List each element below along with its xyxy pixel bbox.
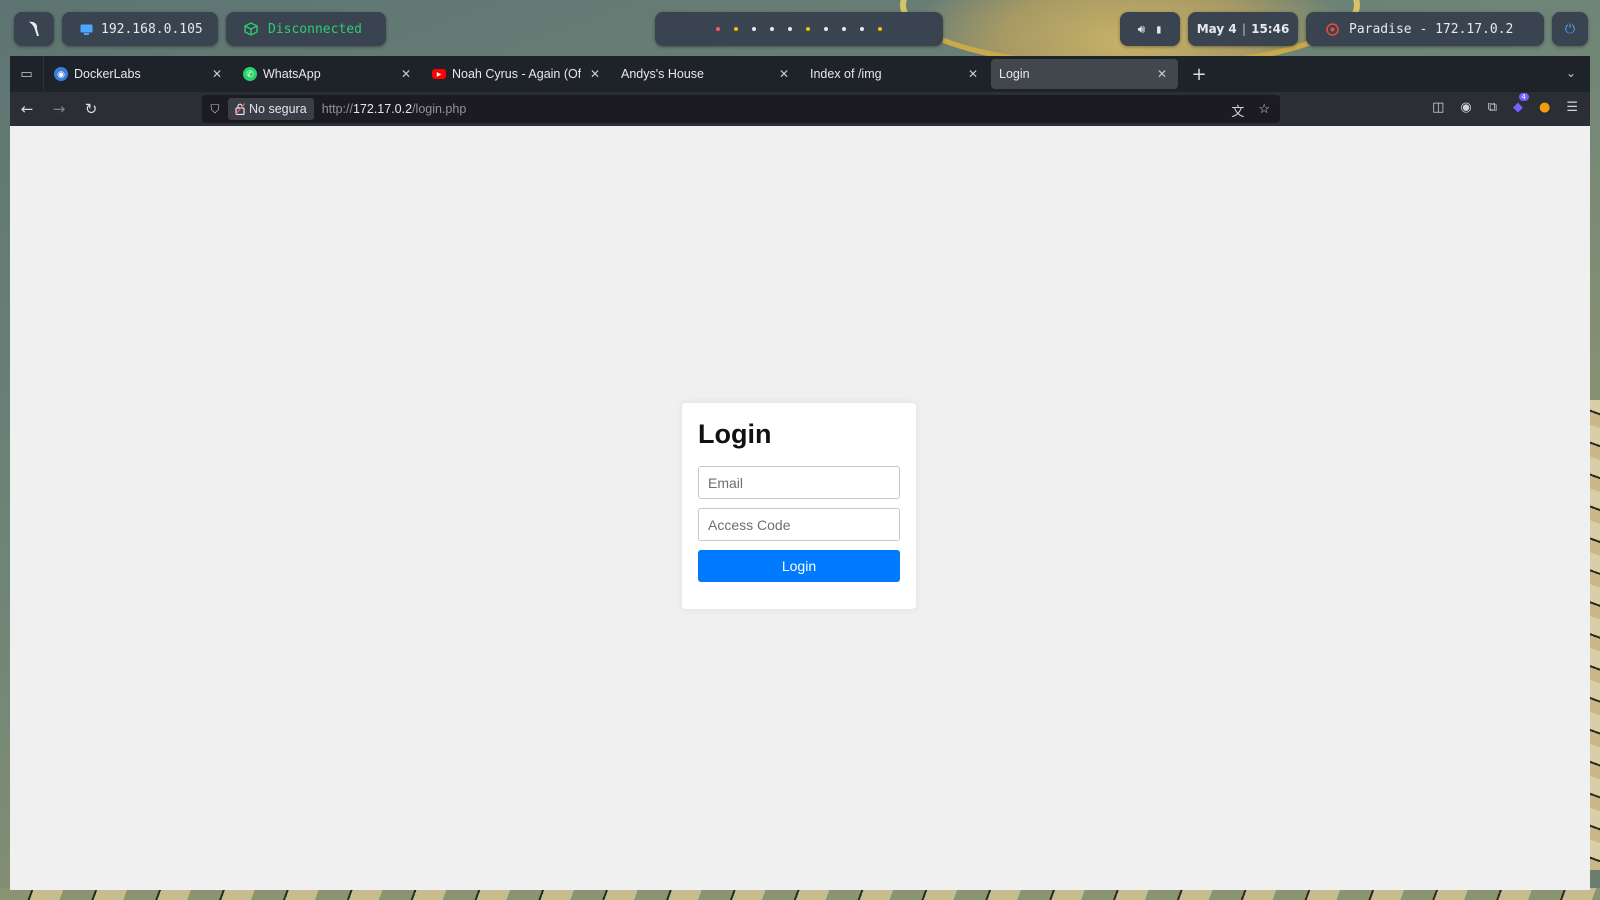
navigation-bar: ← → ↻ ⛉ No segura http://172.17.0.2/logi… [10, 92, 1590, 126]
url-scheme: http:// [321, 102, 353, 116]
tab-title: Andys's House [621, 67, 704, 81]
close-tab-icon[interactable]: ✕ [776, 67, 792, 81]
url-bar[interactable]: ⛉ No segura http://172.17.0.2/login.php … [202, 95, 1280, 123]
workspace-dot-3[interactable] [752, 27, 756, 31]
tab-andys-house[interactable]: Andys's House ✕ [613, 59, 800, 89]
account-icon[interactable]: ◉ [1460, 100, 1471, 115]
browser-window: ▭ ◉ DockerLabs ✕ ✆ WhatsApp ✕ ▶ Noah Cyr… [10, 56, 1590, 890]
plus-icon: + [1191, 63, 1207, 85]
ip-address: 192.168.0.105 [101, 21, 203, 37]
docker-icon: ◉ [54, 67, 68, 81]
ip-widget: 192.168.0.105 [62, 12, 218, 46]
close-tab-icon[interactable]: ✕ [1154, 67, 1170, 81]
separator: | [1241, 22, 1247, 36]
clock: May 4 | 15:46 [1188, 12, 1298, 46]
whatsapp-icon: ✆ [243, 67, 257, 81]
new-tab-button[interactable]: + [1184, 64, 1214, 85]
forward-button[interactable]: → [44, 94, 74, 124]
page-title: Login [698, 419, 772, 449]
url-actions: 文 ☆ [1231, 101, 1270, 120]
volume-icon[interactable]: 🔊︎ [1138, 22, 1146, 37]
workspace-dot-4[interactable] [770, 27, 774, 31]
system-tray: 🔊︎ ▮ [1120, 12, 1180, 46]
login-card: Login Login [682, 403, 916, 609]
tab-title: Index of /img [810, 67, 882, 81]
tab-strip: ▭ ◉ DockerLabs ✕ ✆ WhatsApp ✕ ▶ Noah Cyr… [10, 56, 1590, 92]
vpn-widget: Disconnected [226, 12, 386, 46]
tab-title: Noah Cyrus - Again (Offic [452, 67, 581, 81]
date: May 4 [1196, 22, 1237, 36]
close-tab-icon[interactable]: ✕ [965, 67, 981, 81]
unlocked-padlock-icon [235, 103, 245, 115]
close-tab-icon[interactable]: ✕ [209, 67, 225, 81]
translate-icon[interactable]: 文 [1231, 101, 1244, 120]
target-widget: Paradise - 172.17.0.2 [1306, 12, 1544, 46]
extension-badge: 4 [1518, 93, 1529, 101]
chevron-down-icon: ⌄ [1565, 66, 1576, 80]
toolbar-actions: ◫ ◉ ⧉ ◆ 4 ● ☰ [1432, 93, 1578, 115]
youtube-icon: ▶ [432, 69, 446, 79]
close-tab-icon[interactable]: ✕ [587, 67, 603, 81]
url-path: /login.php [412, 102, 467, 116]
menu-icon[interactable]: ☰ [1566, 100, 1578, 115]
tabs-icon: ▭ [20, 66, 33, 82]
arrow-right-icon: → [52, 100, 66, 118]
workspace-dot-10[interactable] [878, 27, 882, 31]
list-all-tabs-button[interactable]: ⌄ [1566, 66, 1576, 80]
access-code-field[interactable] [698, 508, 900, 541]
security-label: No segura [249, 102, 307, 116]
power-icon: ⏻ [1564, 21, 1576, 37]
security-indicator[interactable]: No segura [228, 98, 314, 120]
tab-title: Login [999, 67, 1030, 81]
tab-index-img[interactable]: Index of /img ✕ [802, 59, 989, 89]
url-text[interactable]: http://172.17.0.2/login.php [322, 102, 467, 116]
url-host: 172.17.0.2 [352, 102, 413, 116]
workspace-dot-1[interactable] [716, 27, 720, 31]
vpn-status: Disconnected [268, 21, 362, 37]
extension-icon[interactable]: ◆ 4 [1513, 93, 1529, 115]
tab-youtube[interactable]: ▶ Noah Cyrus - Again (Offic ✕ [424, 59, 611, 89]
workspace-dot-7[interactable] [824, 27, 828, 31]
tab-login[interactable]: Login ✕ [991, 59, 1178, 89]
target-text: Paradise - 172.17.0.2 [1349, 21, 1514, 37]
workspaces[interactable] [655, 12, 943, 46]
top-bar: 192.168.0.105 Disconnected 🔊︎ ▮ May 4 | … [0, 0, 1600, 56]
extensions-icon[interactable]: ⧉ [1488, 100, 1497, 115]
time: 15:46 [1251, 22, 1290, 36]
workspace-dot-9[interactable] [860, 27, 864, 31]
battery-icon: ▮ [1155, 22, 1163, 36]
power-button[interactable]: ⏻ [1552, 12, 1588, 46]
cookie-extension-icon[interactable]: ● [1539, 100, 1550, 115]
cube-icon [244, 22, 258, 36]
workspace-dot-2[interactable] [734, 27, 738, 31]
menu-launcher[interactable] [14, 12, 54, 46]
bookmark-star-icon[interactable]: ☆ [1258, 101, 1270, 120]
reload-button[interactable]: ↻ [76, 94, 106, 124]
page-content: Login Login [10, 126, 1590, 890]
reload-icon: ↻ [84, 100, 98, 118]
workspace-dot-5[interactable] [788, 27, 792, 31]
tab-dockerlabs[interactable]: ◉ DockerLabs ✕ [46, 59, 233, 89]
shield-icon[interactable]: ⛉ [202, 102, 228, 117]
workspace-dot-6[interactable] [806, 27, 810, 31]
workspace-dot-8[interactable] [842, 27, 846, 31]
email-field[interactable] [698, 466, 900, 499]
back-button[interactable]: ← [12, 94, 42, 124]
tab-title: DockerLabs [74, 67, 141, 81]
tab-whatsapp[interactable]: ✆ WhatsApp ✕ [235, 59, 422, 89]
target-icon [1326, 22, 1339, 36]
arrow-left-icon: ← [20, 100, 34, 118]
tab-title: WhatsApp [263, 67, 321, 81]
tab-list-button[interactable]: ▭ [10, 56, 44, 92]
pocket-icon[interactable]: ◫ [1432, 100, 1444, 115]
close-tab-icon[interactable]: ✕ [398, 67, 414, 81]
login-button[interactable]: Login [698, 550, 900, 582]
kali-dragon-icon [29, 21, 39, 36]
monitor-icon [80, 24, 93, 35]
